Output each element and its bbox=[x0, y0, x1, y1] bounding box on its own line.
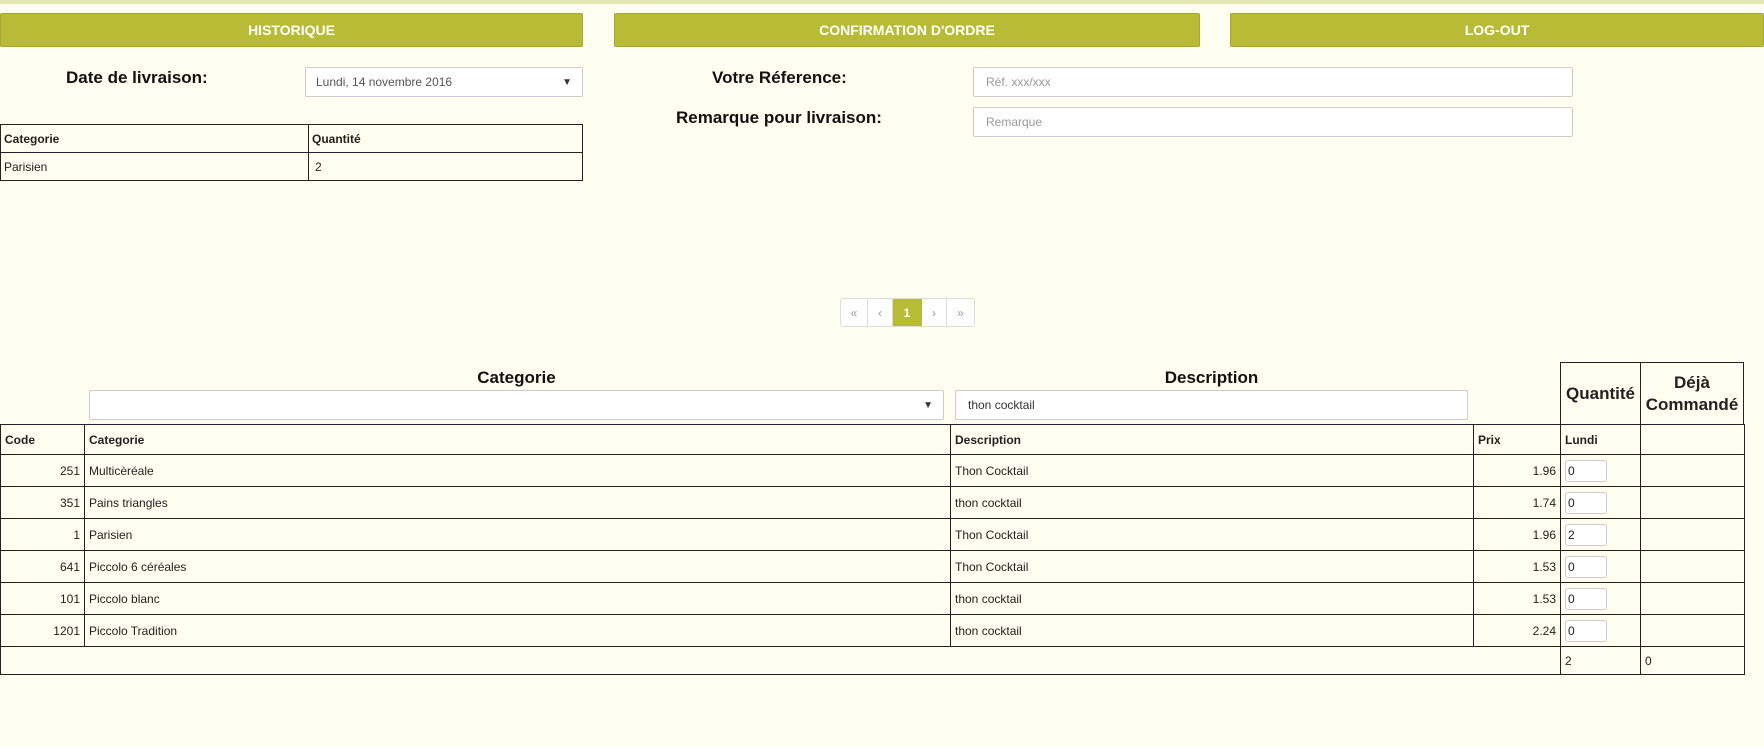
description-cell: thon cocktail bbox=[950, 486, 1474, 519]
header-categorie: Categorie bbox=[84, 424, 951, 455]
quantity-input[interactable] bbox=[1565, 491, 1607, 514]
quantity-input[interactable] bbox=[1565, 523, 1607, 546]
delivery-date-select[interactable]: Lundi, 14 novembre 2016 ▼ bbox=[305, 67, 583, 97]
reference-input[interactable] bbox=[984, 68, 1562, 96]
table-row: 1201 Piccolo Tradition thon cocktail 2.2… bbox=[0, 614, 1745, 647]
summary-header-categorie: Categorie bbox=[0, 124, 309, 153]
quantity-input[interactable] bbox=[1565, 459, 1607, 482]
deja-cell bbox=[1640, 614, 1745, 647]
categorie-filter-title: Categorie bbox=[477, 368, 556, 387]
summary-header-quantite: Quantité bbox=[308, 124, 583, 153]
page-next-button[interactable]: › bbox=[922, 299, 947, 326]
table-row: 101 Piccolo blanc thon cocktail 1.53 bbox=[0, 582, 1745, 615]
table-row: 1 Parisien Thon Cocktail 1.96 bbox=[0, 518, 1745, 551]
prix-cell: 1.96 bbox=[1473, 518, 1561, 551]
logout-button[interactable]: LOG-OUT bbox=[1230, 13, 1764, 47]
prix-cell: 2.24 bbox=[1473, 614, 1561, 647]
totals-row: 2 0 bbox=[0, 646, 1745, 675]
description-cell: Thon Cocktail bbox=[950, 518, 1474, 551]
delivery-date-label: Date de livraison: bbox=[66, 68, 208, 87]
categorie-cell: Parisien bbox=[84, 518, 951, 551]
description-cell: thon cocktail bbox=[950, 582, 1474, 615]
historique-button[interactable]: HISTORIQUE bbox=[0, 13, 583, 47]
header-code: Code bbox=[0, 424, 85, 455]
total-quantity-cell: 2 bbox=[1560, 646, 1641, 675]
summary-categorie-cell: Parisien bbox=[0, 152, 309, 181]
total-deja-cell: 0 bbox=[1640, 646, 1745, 675]
description-cell: thon cocktail bbox=[950, 614, 1474, 647]
summary-header-row: Categorie Quantité bbox=[0, 124, 583, 153]
categorie-cell: Multicèréale bbox=[84, 454, 951, 487]
chevron-down-icon: ▼ bbox=[923, 399, 933, 411]
categorie-cell: Piccolo Tradition bbox=[84, 614, 951, 647]
products-table: Code Categorie Description Prix Lundi 25… bbox=[0, 424, 1745, 675]
prix-cell: 1.96 bbox=[1473, 454, 1561, 487]
totals-spacer bbox=[0, 646, 1561, 675]
code-cell: 641 bbox=[0, 550, 85, 583]
code-cell: 1201 bbox=[0, 614, 85, 647]
quantity-input[interactable] bbox=[1565, 587, 1607, 610]
table-row: 351 Pains triangles thon cocktail 1.74 bbox=[0, 486, 1745, 519]
deja-cell bbox=[1640, 486, 1745, 519]
reference-label: Votre Réference: bbox=[712, 68, 847, 87]
prix-cell: 1.53 bbox=[1473, 550, 1561, 583]
quantite-column-title: Quantité bbox=[1560, 362, 1641, 425]
description-filter-input[interactable] bbox=[966, 391, 1457, 419]
delivery-date-value: Lundi, 14 novembre 2016 bbox=[316, 75, 453, 89]
categorie-cell: Piccolo 6 céréales bbox=[84, 550, 951, 583]
deja-cell bbox=[1640, 454, 1745, 487]
categorie-filter-select[interactable]: ▼ bbox=[89, 390, 944, 420]
description-filter-title: Description bbox=[1164, 368, 1259, 387]
code-cell: 1 bbox=[0, 518, 85, 551]
categorie-cell: Piccolo blanc bbox=[84, 582, 951, 615]
description-filter-field[interactable] bbox=[955, 390, 1468, 420]
table-row: 251 Multicèréale Thon Cocktail 1.96 bbox=[0, 454, 1745, 487]
qty-cell bbox=[1560, 582, 1641, 615]
summary-row: Parisien 2 bbox=[0, 152, 583, 181]
qty-cell bbox=[1560, 454, 1641, 487]
top-accent-rule bbox=[0, 0, 1764, 4]
categorie-cell: Pains triangles bbox=[84, 486, 951, 519]
page-last-button[interactable]: » bbox=[947, 299, 974, 326]
pagination: « ‹ 1 › » bbox=[840, 298, 975, 327]
qty-cell bbox=[1560, 614, 1641, 647]
header-prix: Prix bbox=[1473, 424, 1561, 455]
header-deja bbox=[1640, 424, 1745, 455]
remark-input[interactable] bbox=[984, 108, 1562, 136]
prix-cell: 1.74 bbox=[1473, 486, 1561, 519]
code-cell: 351 bbox=[0, 486, 85, 519]
deja-cell bbox=[1640, 582, 1745, 615]
code-cell: 251 bbox=[0, 454, 85, 487]
deja-commande-column-title: Déjà Commandé bbox=[1640, 362, 1744, 425]
header-description: Description bbox=[950, 424, 1474, 455]
page-first-button[interactable]: « bbox=[841, 299, 868, 326]
description-cell: Thon Cocktail bbox=[950, 550, 1474, 583]
header-day: Lundi bbox=[1560, 424, 1641, 455]
table-row: 641 Piccolo 6 céréales Thon Cocktail 1.5… bbox=[0, 550, 1745, 583]
products-header-row: Code Categorie Description Prix Lundi bbox=[0, 424, 1745, 455]
qty-cell bbox=[1560, 486, 1641, 519]
summary-quantite-cell: 2 bbox=[308, 152, 583, 181]
reference-field[interactable] bbox=[973, 67, 1573, 97]
code-cell: 101 bbox=[0, 582, 85, 615]
page-prev-button[interactable]: ‹ bbox=[868, 299, 893, 326]
qty-cell bbox=[1560, 518, 1641, 551]
remark-field[interactable] bbox=[973, 107, 1573, 137]
description-cell: Thon Cocktail bbox=[950, 454, 1474, 487]
deja-cell bbox=[1640, 518, 1745, 551]
prix-cell: 1.53 bbox=[1473, 582, 1561, 615]
deja-cell bbox=[1640, 550, 1745, 583]
page-1-button[interactable]: 1 bbox=[893, 299, 922, 326]
quantity-input[interactable] bbox=[1565, 619, 1607, 642]
confirmation-ordre-button[interactable]: CONFIRMATION D'ORDRE bbox=[614, 13, 1200, 47]
remark-label: Remarque pour livraison: bbox=[676, 108, 882, 127]
quantity-input[interactable] bbox=[1565, 555, 1607, 578]
order-summary-table: Categorie Quantité Parisien 2 bbox=[0, 124, 583, 181]
chevron-down-icon: ▼ bbox=[562, 76, 572, 88]
qty-cell bbox=[1560, 550, 1641, 583]
